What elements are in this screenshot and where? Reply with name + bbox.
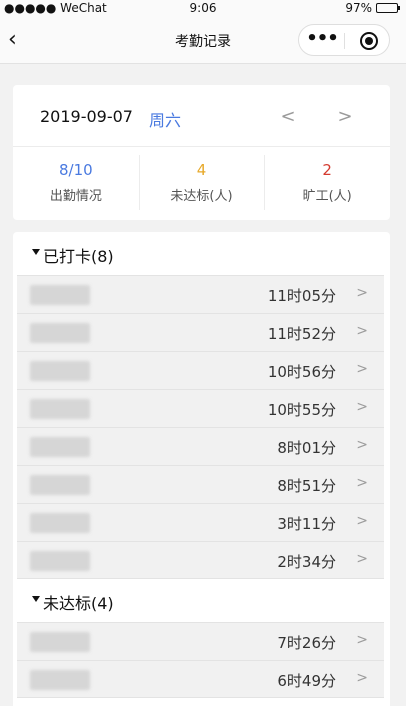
blurred-name [30, 475, 90, 495]
chevron-right-icon: > [356, 285, 368, 301]
close-target-icon[interactable] [360, 32, 378, 50]
status-bar: ●●●●● WeChat 9:06 97% [0, 0, 406, 16]
chevron-right-icon: > [356, 399, 368, 415]
work-duration: 11时05分 [267, 287, 336, 305]
list-item[interactable]: 6时49分 > [17, 660, 384, 698]
blurred-name [30, 437, 90, 457]
date-text[interactable]: 2019-09-07 [40, 107, 133, 126]
blurred-name [30, 632, 90, 652]
work-duration: 10时55分 [267, 401, 336, 419]
chevron-right-icon: > [356, 475, 368, 491]
list-item[interactable]: 8时51分 > [17, 465, 384, 503]
blurred-name [30, 513, 90, 533]
list-item[interactable]: 11时05分 > [17, 275, 384, 313]
weekday-text: 周六 [149, 111, 182, 130]
list-item[interactable]: 11时52分 > [17, 313, 384, 351]
stat-item[interactable]: 8/10 出勤情况 [13, 147, 139, 220]
work-duration: 2时34分 [277, 553, 336, 571]
caret-down-icon [32, 249, 40, 255]
work-duration: 10时56分 [267, 363, 336, 381]
stat-item[interactable]: 4 未达标(人) [138, 147, 265, 220]
chevron-right-icon: > [356, 551, 368, 567]
attendance-list: 已打卡(8) 11时05分 >11时52分 >10时56分 >10时55分 >8时01分 >… [13, 232, 390, 706]
blurred-name [30, 285, 90, 305]
date-row: 2019-09-07 周六 < > [13, 85, 390, 147]
chevron-right-icon: > [356, 632, 368, 648]
list-item[interactable]: 8时01分 > [17, 427, 384, 465]
work-duration: 8时01分 [277, 439, 336, 457]
blurred-name [30, 361, 90, 381]
summary-card: 2019-09-07 周六 < > 8/10 出勤情况 4 未达标(人) 2 旷工(人) [13, 85, 390, 220]
stat-label: 未达标(人) [170, 189, 233, 204]
work-duration: 7时26分 [277, 634, 336, 652]
chevron-right-icon: > [356, 437, 368, 453]
blurred-name [30, 670, 90, 690]
work-duration: 8时51分 [277, 477, 336, 495]
chevron-right-icon: > [356, 323, 368, 339]
list-item[interactable]: 3时11分 > [17, 503, 384, 541]
section-title: 未达标(4) [43, 594, 114, 613]
list-item[interactable]: 10时56分 > [17, 351, 384, 389]
work-duration: 6时49分 [277, 672, 336, 690]
chevron-right-icon: > [356, 513, 368, 529]
battery-status: 97% [345, 1, 400, 15]
stat-item[interactable]: 2 旷工(人) [264, 147, 390, 220]
nav-bar: ‹ 考勤记录 ••• [0, 16, 406, 64]
list-item[interactable]: 7时26分 > [17, 622, 384, 660]
capsule-divider [344, 33, 345, 49]
work-duration: 11时52分 [267, 325, 336, 343]
stats-row: 8/10 出勤情况 4 未达标(人) 2 旷工(人) [13, 147, 390, 220]
list-item[interactable]: 10时55分 > [17, 389, 384, 427]
battery-icon [376, 3, 400, 13]
more-icon[interactable]: ••• [299, 28, 345, 49]
prev-day-button[interactable]: < [276, 105, 300, 129]
chevron-right-icon: > [356, 361, 368, 377]
caret-down-icon [32, 596, 40, 602]
blurred-name [30, 399, 90, 419]
list-item[interactable]: 2时34分 > [17, 541, 384, 579]
blurred-name [30, 551, 90, 571]
mini-program-capsule: ••• [298, 24, 390, 56]
section-title: 已打卡(8) [43, 247, 114, 266]
stat-label: 出勤情况 [49, 189, 102, 204]
work-duration: 3时11分 [277, 515, 336, 533]
section-header[interactable]: 未达标(4) [13, 579, 390, 622]
next-day-button[interactable]: > [333, 105, 357, 129]
section-header[interactable]: 已打卡(8) [13, 232, 390, 275]
chevron-right-icon: > [356, 670, 368, 686]
stat-label: 旷工(人) [302, 189, 352, 204]
stat-value: 4 [196, 161, 207, 179]
blurred-name [30, 323, 90, 343]
stat-value: 2 [322, 161, 332, 179]
stat-value: 8/10 [58, 161, 93, 179]
battery-percent: 97% [345, 1, 372, 15]
